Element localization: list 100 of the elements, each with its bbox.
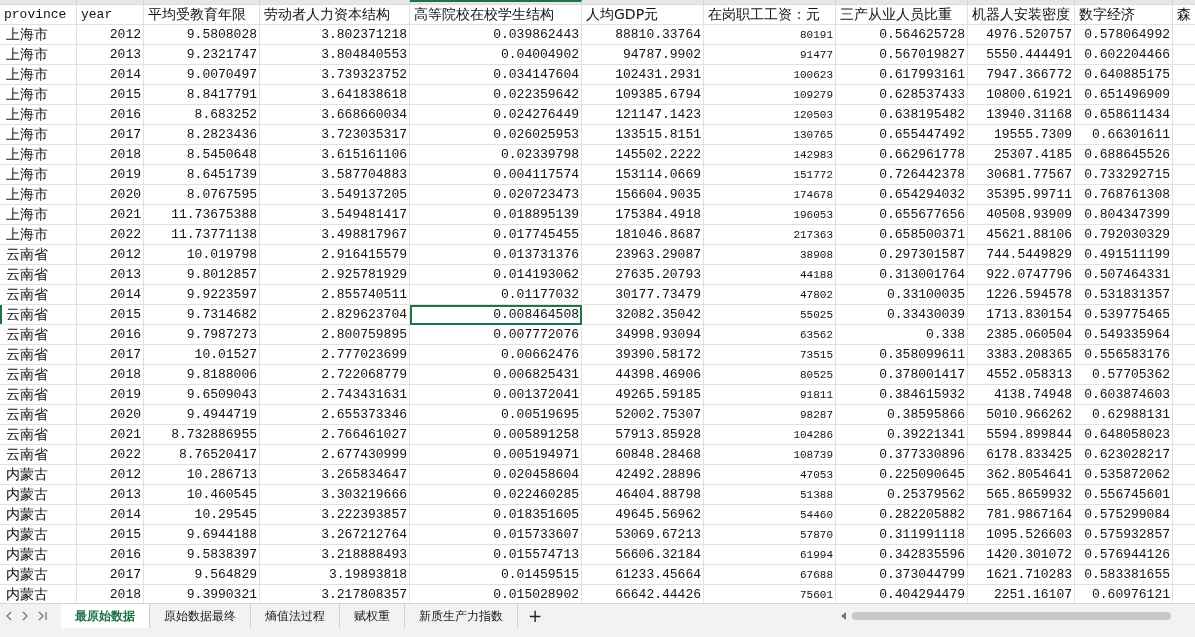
table-cell[interactable]: 云南省 xyxy=(0,425,77,445)
table-cell[interactable]: 9.6944188 xyxy=(144,525,260,545)
table-cell[interactable]: 744.5449829 xyxy=(968,245,1075,265)
table-cell[interactable]: 0.531831357 xyxy=(1075,285,1173,305)
table-cell[interactable]: 2014 xyxy=(77,285,144,305)
table-cell[interactable]: 57870 xyxy=(704,525,836,545)
table-cell[interactable]: 2015 xyxy=(77,305,144,325)
table-cell[interactable]: 0.022359642 xyxy=(410,85,582,105)
table-cell[interactable]: 130765 xyxy=(704,125,836,145)
table-cell[interactable]: 0.733292715 xyxy=(1075,165,1173,185)
table-cell[interactable]: 49265.59185 xyxy=(582,385,704,405)
table-cell[interactable]: 8.0767595 xyxy=(144,185,260,205)
table-cell[interactable]: 1420.301072 xyxy=(968,545,1075,565)
table-cell[interactable]: 2013 xyxy=(77,265,144,285)
table-cell[interactable]: 0.39221341 xyxy=(836,425,968,445)
table-cell[interactable]: 0.018351605 xyxy=(410,505,582,525)
table-cell[interactable]: 2015 xyxy=(77,85,144,105)
table-cell[interactable]: 61233.45664 xyxy=(582,565,704,585)
table-cell[interactable]: 0.726442378 xyxy=(836,165,968,185)
table-cell[interactable]: 175384.4918 xyxy=(582,205,704,225)
table-cell[interactable]: 47802 xyxy=(704,285,836,305)
table-cell[interactable]: 61994 xyxy=(704,545,836,565)
table-cell[interactable]: 109385.6794 xyxy=(582,85,704,105)
table-cell[interactable]: 565.8659932 xyxy=(968,485,1075,505)
table-cell[interactable]: 0.33100035 xyxy=(836,285,968,305)
table-cell[interactable]: 2.925781929 xyxy=(260,265,410,285)
table-cell[interactable]: 9.7987273 xyxy=(144,325,260,345)
table-cell[interactable]: 145502.2222 xyxy=(582,145,704,165)
table-cell[interactable]: 2.916415579 xyxy=(260,245,410,265)
table-cell[interactable]: 3.587704883 xyxy=(260,165,410,185)
table-cell[interactable]: 内蒙古 xyxy=(0,525,77,545)
table-cell[interactable]: 2016 xyxy=(77,325,144,345)
last-sheet-icon[interactable] xyxy=(38,611,47,621)
table-cell[interactable]: 10800.61921 xyxy=(968,85,1075,105)
table-cell[interactable]: 0.378001417 xyxy=(836,365,968,385)
table-cell[interactable]: 2021 xyxy=(77,425,144,445)
table-cell[interactable]: 39390.58172 xyxy=(582,345,704,365)
sheet-tab[interactable]: 熵值法过程 xyxy=(251,604,340,628)
table-cell[interactable]: 13940.31168 xyxy=(968,105,1075,125)
table-cell[interactable]: 104286 xyxy=(704,425,836,445)
table-cell[interactable]: 云南省 xyxy=(0,245,77,265)
table-cell[interactable]: 2.777023699 xyxy=(260,345,410,365)
table-cell[interactable]: 153114.0669 xyxy=(582,165,704,185)
table-cell[interactable]: 10.01527 xyxy=(144,345,260,365)
table-cell[interactable]: 2012 xyxy=(77,465,144,485)
scroll-left-icon[interactable] xyxy=(841,612,846,620)
selected-cell[interactable]: 0.008464508 xyxy=(410,305,582,325)
table-cell[interactable]: 0.338 xyxy=(836,325,968,345)
previous-sheet-icon[interactable] xyxy=(6,611,12,621)
table-cell[interactable]: 0.617993161 xyxy=(836,65,968,85)
table-cell[interactable]: 0.013731376 xyxy=(410,245,582,265)
table-cell[interactable]: 0.005891258 xyxy=(410,425,582,445)
table-cell[interactable]: 88810.33764 xyxy=(582,25,704,45)
table-cell[interactable]: 5010.966262 xyxy=(968,405,1075,425)
table-cell[interactable]: 4552.058313 xyxy=(968,365,1075,385)
table-cell[interactable]: 156604.9035 xyxy=(582,185,704,205)
table-cell[interactable]: 0.297301587 xyxy=(836,245,968,265)
table-cell[interactable]: 0.001372041 xyxy=(410,385,582,405)
table-cell[interactable]: 内蒙古 xyxy=(0,565,77,585)
sheet-tab[interactable]: 最原始数据 xyxy=(61,604,150,628)
table-cell[interactable]: 上海市 xyxy=(0,145,77,165)
table-cell[interactable]: 2018 xyxy=(77,145,144,165)
table-cell[interactable]: 云南省 xyxy=(0,325,77,345)
table-cell[interactable]: 上海市 xyxy=(0,45,77,65)
table-cell[interactable]: 0.556583176 xyxy=(1075,345,1173,365)
sheet-tab[interactable]: 赋权重 xyxy=(340,604,405,628)
table-cell[interactable]: 1621.710283 xyxy=(968,565,1075,585)
table-cell[interactable]: 3.267212764 xyxy=(260,525,410,545)
table-cell[interactable]: 3.804840553 xyxy=(260,45,410,65)
table-cell[interactable]: 67688 xyxy=(704,565,836,585)
table-cell[interactable]: 0.342835596 xyxy=(836,545,968,565)
table-cell[interactable]: 54460 xyxy=(704,505,836,525)
table-cell[interactable]: 2017 xyxy=(77,345,144,365)
table-cell[interactable]: 98287 xyxy=(704,405,836,425)
table-cell[interactable]: 内蒙古 xyxy=(0,545,77,565)
table-cell[interactable]: 94787.9902 xyxy=(582,45,704,65)
table-cell[interactable]: 0.638195482 xyxy=(836,105,968,125)
table-cell[interactable]: 80525 xyxy=(704,365,836,385)
table-cell[interactable]: 上海市 xyxy=(0,85,77,105)
table-cell[interactable]: 0.358099611 xyxy=(836,345,968,365)
table-cell[interactable]: 2012 xyxy=(77,245,144,265)
table-cell[interactable]: 云南省 xyxy=(0,285,77,305)
table-cell[interactable]: 0.373044799 xyxy=(836,565,968,585)
table-cell[interactable]: 57913.85928 xyxy=(582,425,704,445)
table-cell[interactable]: 云南省 xyxy=(0,405,77,425)
table-cell[interactable]: 0.377330896 xyxy=(836,445,968,465)
table-cell[interactable]: 0.66301611 xyxy=(1075,125,1173,145)
table-cell[interactable]: 34998.93094 xyxy=(582,325,704,345)
table-cell[interactable]: 0.792030329 xyxy=(1075,225,1173,245)
table-cell[interactable]: 2385.060504 xyxy=(968,325,1075,345)
table-cell[interactable]: 9.9223597 xyxy=(144,285,260,305)
table-cell[interactable]: 2013 xyxy=(77,45,144,65)
table-cell[interactable]: 8.2823436 xyxy=(144,125,260,145)
table-cell[interactable]: 2014 xyxy=(77,65,144,85)
table-cell[interactable]: 38908 xyxy=(704,245,836,265)
table-cell[interactable]: 上海市 xyxy=(0,185,77,205)
table-cell[interactable]: 0.576944126 xyxy=(1075,545,1173,565)
sheet-tab[interactable]: 新质生产力指数 xyxy=(405,604,518,628)
table-cell[interactable]: 0.38595866 xyxy=(836,405,968,425)
table-cell[interactable]: 196053 xyxy=(704,205,836,225)
